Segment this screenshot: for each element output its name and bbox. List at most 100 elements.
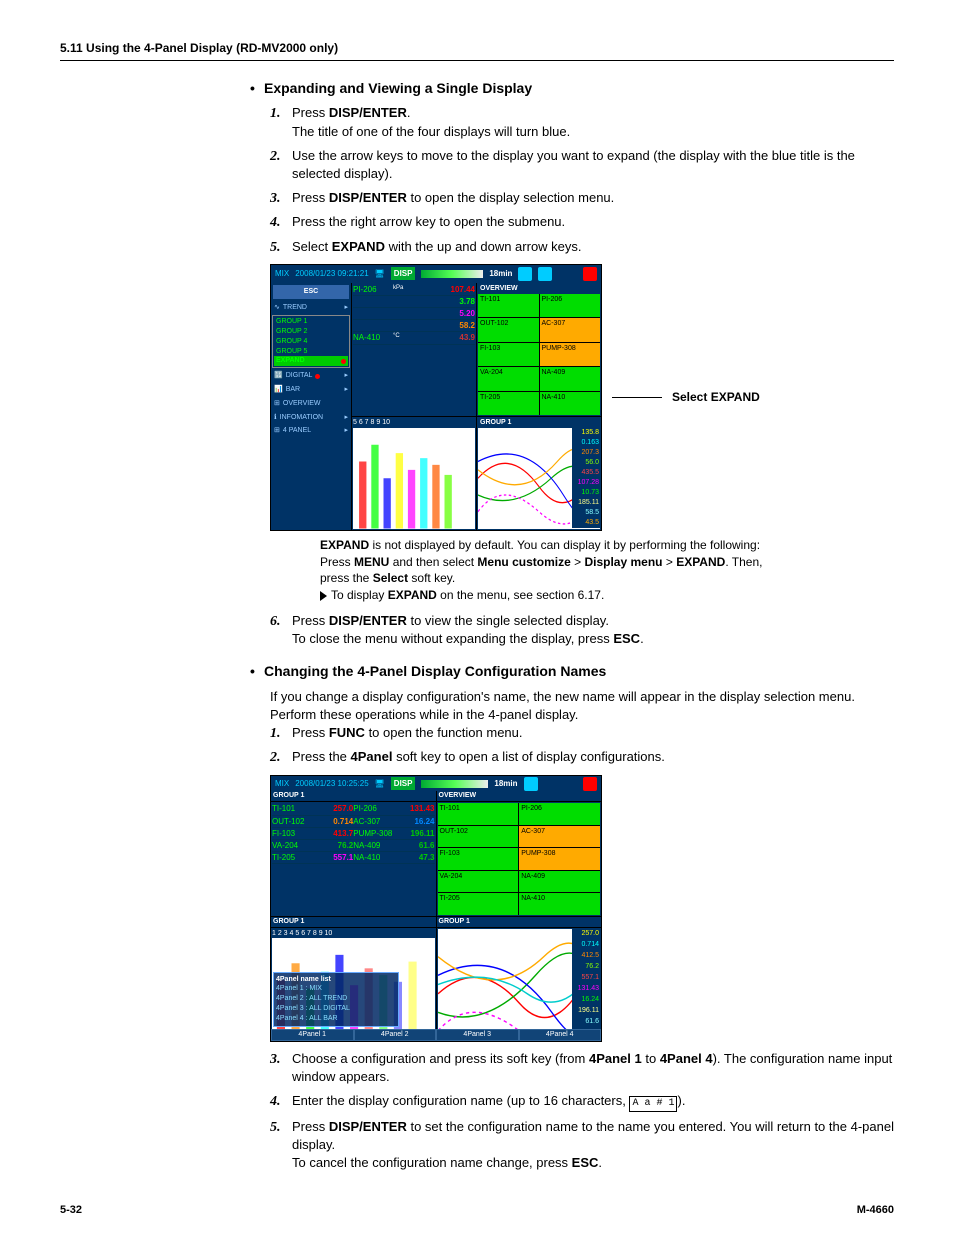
callout-line (612, 397, 662, 398)
overview-cell[interactable]: NA-409 (519, 871, 600, 892)
section-b-steps-2: 3. Choose a configuration and press its … (270, 1050, 894, 1173)
fig2-trend-pane: 257.00.714412.576.2557.1131.4316.24196.1… (437, 928, 602, 1041)
page-number: 5-32 (60, 1203, 82, 1218)
figure-2: MIX 2008/01/23 10:25:25 🖥 DISP 18min GRO… (270, 775, 602, 1042)
step-b4: 4. Enter the display configuration name … (270, 1092, 894, 1112)
fig1-titlebar: MIX 2008/01/23 09:21:21 🖥 DISP 18min (271, 265, 601, 283)
section-b-intro: If you change a display configuration's … (270, 688, 894, 724)
sb-overview[interactable]: ⊞OVERVIEW (271, 397, 351, 411)
step-b3: 3. Choose a configuration and press its … (270, 1050, 894, 1086)
fig1-bar-pane: 5 6 7 8 9 10 (352, 417, 476, 530)
main-content: •Expanding and Viewing a Single Display … (250, 79, 894, 1173)
overview-cell[interactable]: PI-206 (540, 294, 601, 318)
fig1-overview-pane: OVERVIEW TI-101PI-206OUT-102AC-307FI-103… (477, 283, 601, 417)
esc-button[interactable]: ESC (273, 285, 349, 299)
t: ESC (613, 631, 640, 646)
t: DISP/ENTER (329, 190, 407, 205)
mi[interactable]: GROUP 4 (274, 337, 348, 347)
overview-cell[interactable]: TI-101 (438, 803, 519, 824)
sb-digital[interactable]: 🔢DIGITAL▸ (271, 369, 351, 383)
overview-cell[interactable]: PUMP-308 (540, 343, 601, 367)
sb-4panel[interactable]: ⊞4 PANEL▸ (271, 424, 351, 438)
overview-cell[interactable]: OUT-102 (438, 826, 519, 847)
overview-cell[interactable]: PI-206 (519, 803, 600, 824)
t: . (407, 105, 411, 120)
section-b-title: •Changing the 4-Panel Display Configurat… (250, 662, 894, 682)
t: to view the single selected display. (407, 613, 609, 628)
section-a-title-text: Expanding and Viewing a Single Display (264, 80, 532, 96)
overview-cell[interactable]: TI-205 (478, 392, 539, 416)
t: . (640, 631, 644, 646)
overview-cell[interactable]: TI-205 (438, 893, 519, 914)
overview-cell[interactable]: VA-204 (438, 871, 519, 892)
fig-timestamp: 2008/01/23 09:21:21 (295, 268, 368, 279)
overview-cell[interactable]: NA-410 (540, 392, 601, 416)
overview-cell[interactable]: NA-409 (540, 367, 601, 391)
t: EXPAND (332, 239, 385, 254)
menu-item[interactable]: 4Panel 2 : ALL TREND (276, 994, 396, 1004)
page-header: 5.11 Using the 4-Panel Display (RD-MV200… (60, 40, 894, 61)
t: If you change a display configuration's … (270, 688, 894, 706)
t: Select (292, 239, 332, 254)
sb-bar[interactable]: 📊BAR▸ (271, 383, 351, 397)
t: OVERVIEW (437, 791, 602, 801)
step-a2: 2. Use the arrow keys to move to the dis… (270, 147, 894, 183)
record-icon (583, 267, 597, 281)
overview-cell[interactable]: NA-410 (519, 893, 600, 914)
step-a3: 3. Press DISP/ENTER to open the display … (270, 189, 894, 207)
sb-info[interactable]: ℹINFOMATION▸ (271, 411, 351, 425)
overview-cell[interactable]: FI-103 (438, 848, 519, 869)
menu-item[interactable]: 4Panel 3 : ALL DIGITAL (276, 1004, 396, 1014)
softkey[interactable]: 4Panel 4 (519, 1029, 602, 1041)
section-a-steps-2: 6. Press DISP/ENTER to view the single s… (270, 612, 894, 648)
figure-1: MIX 2008/01/23 09:21:21 🖥 DISP 18min ESC… (270, 264, 602, 531)
overview-cell[interactable]: PUMP-308 (519, 848, 600, 869)
fig1-digital-pane: PI-206kPa107.443.785.2058.2NA-410°C43.9 (352, 283, 476, 417)
doc-id: M-4660 (857, 1203, 894, 1218)
t: with the up and down arrow keys. (385, 239, 582, 254)
t: GROUP 1 (271, 791, 436, 801)
record-icon (583, 777, 597, 791)
mi[interactable]: GROUP 5 (274, 347, 348, 357)
grp-title: GROUP 1 (478, 418, 600, 428)
mi[interactable]: GROUP 2 (274, 327, 348, 337)
mi[interactable]: GROUP 1 (274, 317, 348, 327)
section-b-steps: 1. Press FUNC to open the function menu.… (270, 724, 894, 766)
sb-trend[interactable]: ∿TREND▸ (271, 301, 351, 315)
step-b5: 5. Press DISP/ENTER to set the configura… (270, 1118, 894, 1173)
menu-item[interactable]: 4Panel 1 : MIX (276, 984, 396, 994)
fig2-overview-pane: TI-101PI-206OUT-102AC-307FI-103PUMP-308V… (437, 802, 602, 915)
softkey[interactable]: 4Panel 3 (436, 1029, 519, 1041)
4panel-name-list: 4Panel name list 4Panel 1 : MIX4Panel 2 … (273, 972, 399, 1027)
scale: 5 6 7 8 9 10 (353, 418, 475, 428)
fig-min: 18min (489, 268, 512, 279)
menu-item[interactable]: 4Panel 4 : ALL BAR (276, 1014, 396, 1024)
overview-cell[interactable]: AC-307 (540, 318, 601, 342)
softkey[interactable]: 4Panel 1 (271, 1029, 354, 1041)
overview-cell[interactable]: FI-103 (478, 343, 539, 367)
t: DISP/ENTER (329, 105, 407, 120)
overview-cell[interactable]: TI-101 (478, 294, 539, 318)
fig1-sidebar: ESC ∿TREND▸ GROUP 1 GROUP 2 GROUP 4 GROU… (271, 283, 351, 530)
softkey-row: 4Panel 14Panel 24Panel 34Panel 4 (271, 1029, 601, 1041)
figure-1-wrap: MIX 2008/01/23 09:21:21 🖥 DISP 18min ESC… (270, 264, 894, 604)
expand-menu-item[interactable]: EXPAND (274, 356, 348, 366)
triangle-icon (320, 591, 327, 601)
t: Press the right arrow key to open the su… (292, 214, 565, 229)
step-b2: 2. Press the 4Panel soft key to open a l… (270, 748, 894, 766)
t: The title of one of the four displays wi… (292, 124, 570, 139)
step-a5: 5. Select EXPAND with the up and down ar… (270, 238, 894, 256)
section-b-title-text: Changing the 4-Panel Display Configurati… (264, 663, 606, 679)
card-icon (524, 777, 538, 791)
page-footer: 5-32 M-4660 (60, 1203, 894, 1218)
t: DISP/ENTER (329, 613, 407, 628)
t: To close the menu without expanding the … (292, 631, 613, 646)
t: GROUP 1 (437, 917, 602, 927)
t: Use the arrow keys to move to the displa… (292, 148, 855, 181)
overview-cell[interactable]: VA-204 (478, 367, 539, 391)
t: Press (292, 105, 329, 120)
overview-cell[interactable]: OUT-102 (478, 318, 539, 342)
disk-icon (538, 267, 552, 281)
overview-cell[interactable]: AC-307 (519, 826, 600, 847)
softkey[interactable]: 4Panel 2 (354, 1029, 437, 1041)
